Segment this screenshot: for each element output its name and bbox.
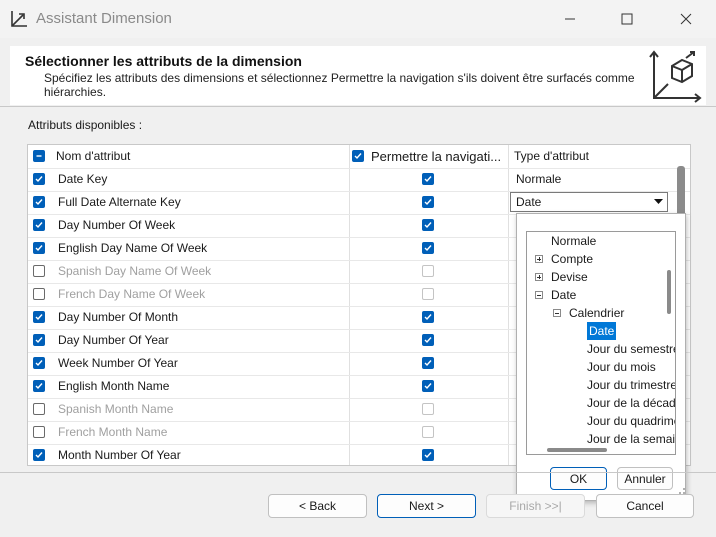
attribute-name: Day Number Of Year <box>58 333 169 347</box>
browse-checkbox[interactable] <box>422 380 434 392</box>
attribute-name: Day Number Of Week <box>58 218 176 232</box>
tree-item-label: Calendrier <box>569 306 625 320</box>
minimize-button[interactable] <box>548 4 592 34</box>
attribute-name: Spanish Day Name Of Week <box>58 264 212 278</box>
attribute-checkbox[interactable] <box>33 288 45 300</box>
dropdown-arrow-icon[interactable] <box>649 193 667 211</box>
browse-checkbox <box>422 426 434 438</box>
column-header-name[interactable]: Nom d'attribut <box>56 145 130 168</box>
back-button[interactable]: < Back <box>268 494 367 518</box>
attribute-checkbox[interactable] <box>33 357 45 369</box>
collapse-icon[interactable] <box>535 291 543 299</box>
tree-horizontal-scrollbar[interactable] <box>547 448 607 452</box>
wizard-header: Sélectionner les attributs de la dimensi… <box>10 46 706 105</box>
attribute-checkbox[interactable] <box>33 219 45 231</box>
maximize-icon <box>621 13 633 25</box>
attribute-name: Week Number Of Year <box>58 356 178 370</box>
tree-item-label: Compte <box>551 252 594 266</box>
table-row[interactable]: Full Date Alternate Key Date <box>28 191 690 215</box>
attribute-type-value[interactable]: Normale <box>516 168 561 191</box>
attribute-checkbox[interactable] <box>33 334 45 346</box>
browse-checkbox[interactable] <box>422 242 434 254</box>
column-header-type[interactable]: Type d'attribut <box>514 145 589 168</box>
attribute-name: Spanish Month Name <box>58 402 174 416</box>
collapse-icon[interactable] <box>553 309 561 317</box>
tree-item-label: Jour du trimestre <box>587 378 676 392</box>
tree-item-label: Jour de la semaine <box>587 432 676 446</box>
tree-item-label: Date <box>587 322 617 340</box>
attribute-name: Full Date Alternate Key <box>58 195 181 209</box>
attribute-name: Date Key <box>58 172 108 186</box>
tree-item-label: Jour du mois <box>587 360 656 374</box>
dropdown-ok-button[interactable]: OK <box>550 467 607 490</box>
attribute-type-value: Date <box>516 195 542 209</box>
attribute-checkbox[interactable] <box>33 449 45 461</box>
attribute-name: English Month Name <box>58 379 170 393</box>
footer-separator <box>0 472 716 473</box>
attribute-type-dropdown[interactable]: Normale Compte Devise Date Calendrier Date Jou… <box>516 213 686 501</box>
close-button[interactable] <box>664 4 708 34</box>
grid-header-row: Nom d'attribut Permettre la navigati... … <box>28 145 690 169</box>
attribute-checkbox[interactable] <box>33 380 45 392</box>
column-header-browse[interactable]: Permettre la navigati... <box>371 145 501 168</box>
browse-all-checkbox[interactable] <box>352 150 364 162</box>
attribute-checkbox[interactable] <box>33 196 45 208</box>
tree-item-label: Devise <box>551 270 588 284</box>
attribute-checkbox[interactable] <box>33 173 45 185</box>
tree-item-label: Jour du quadrimestre <box>587 414 675 428</box>
attribute-type-tree[interactable]: Normale Compte Devise Date Calendrier Date Jou… <box>526 231 676 455</box>
browse-checkbox[interactable] <box>422 173 434 185</box>
select-all-checkbox[interactable] <box>33 150 45 162</box>
attribute-name: Month Number Of Year <box>58 448 181 462</box>
browse-checkbox <box>422 265 434 277</box>
browse-checkbox[interactable] <box>422 357 434 369</box>
tree-item-label: Normale <box>551 234 597 248</box>
tree-item-label: Jour de la décade <box>587 396 676 410</box>
attribute-type-select[interactable]: Date <box>510 192 668 212</box>
dimension-cube-icon <box>649 50 702 103</box>
maximize-button[interactable] <box>605 4 649 34</box>
available-attributes-label: Attributs disponibles : <box>28 118 143 132</box>
dropdown-cancel-button[interactable]: Annuler <box>617 467 673 490</box>
resize-grip-icon[interactable] <box>676 485 686 495</box>
title-bar: Assistant Dimension <box>0 0 716 38</box>
close-icon <box>680 13 692 25</box>
browse-checkbox <box>422 288 434 300</box>
finish-button[interactable]: Finish >>| <box>486 494 585 518</box>
tree-item-label: Date <box>551 288 577 302</box>
attribute-name: Day Number Of Month <box>58 310 179 324</box>
page-title: Sélectionner les attributs de la dimensi… <box>25 53 302 69</box>
window-title: Assistant Dimension <box>36 10 172 27</box>
expand-icon[interactable] <box>535 255 543 263</box>
next-button[interactable]: Next > <box>377 494 476 518</box>
browse-checkbox[interactable] <box>422 449 434 461</box>
attribute-checkbox[interactable] <box>33 242 45 254</box>
browse-checkbox[interactable] <box>422 311 434 323</box>
tree-item-label: Jour du semestre <box>587 342 676 356</box>
browse-checkbox[interactable] <box>422 334 434 346</box>
attribute-name: English Day Name Of Week <box>58 241 208 255</box>
cancel-button[interactable]: Cancel <box>596 494 694 518</box>
attribute-checkbox[interactable] <box>33 403 45 415</box>
attribute-checkbox[interactable] <box>33 265 45 277</box>
expand-icon[interactable] <box>535 273 543 281</box>
table-row[interactable]: Date Key Normale <box>28 168 690 192</box>
attribute-name: French Month Name <box>58 425 168 439</box>
attribute-checkbox[interactable] <box>33 426 45 438</box>
attribute-name: French Day Name Of Week <box>58 287 206 301</box>
tree-vertical-scrollbar[interactable] <box>667 270 671 314</box>
attribute-checkbox[interactable] <box>33 311 45 323</box>
browse-checkbox[interactable] <box>422 219 434 231</box>
browse-checkbox <box>422 403 434 415</box>
header-separator <box>0 106 716 107</box>
minimize-icon <box>565 18 575 20</box>
browse-checkbox[interactable] <box>422 196 434 208</box>
dimension-wizard-icon <box>11 11 27 27</box>
page-description: Spécifiez les attributs des dimensions e… <box>44 71 635 99</box>
